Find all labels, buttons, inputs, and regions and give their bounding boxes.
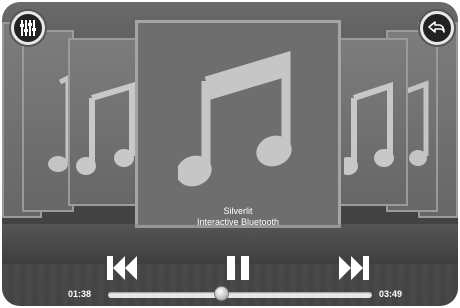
music-note-icon bbox=[76, 81, 135, 175]
album-cover-right-1[interactable] bbox=[338, 38, 408, 206]
progress-knob[interactable] bbox=[214, 286, 230, 301]
track-title: Silverlit bbox=[223, 206, 253, 216]
album-cover-current[interactable] bbox=[135, 20, 341, 228]
elapsed-time: 01:38 bbox=[68, 289, 92, 299]
pause-button[interactable] bbox=[225, 254, 251, 282]
back-icon bbox=[428, 21, 445, 33]
next-button[interactable] bbox=[337, 254, 371, 282]
equalizer-button[interactable] bbox=[11, 11, 45, 45]
music-note-icon bbox=[178, 50, 292, 187]
music-note-icon bbox=[344, 81, 394, 175]
album-cover-left-2[interactable] bbox=[22, 30, 74, 212]
player-screen: Silverlit Interactive Bluetooth 01:38 03… bbox=[2, 2, 458, 306]
next-icon bbox=[339, 256, 369, 280]
total-time: 03:49 bbox=[379, 289, 403, 299]
track-info: Silverlit Interactive Bluetooth bbox=[135, 206, 341, 228]
back-button[interactable] bbox=[420, 11, 454, 45]
equalizer-icon bbox=[20, 20, 36, 36]
previous-button[interactable] bbox=[105, 254, 139, 282]
album-cover-left-1[interactable] bbox=[68, 38, 138, 206]
pause-icon bbox=[227, 256, 249, 280]
progress-track[interactable] bbox=[108, 292, 372, 298]
track-artist: Interactive Bluetooth bbox=[196, 217, 280, 227]
previous-icon bbox=[107, 256, 137, 280]
music-note-icon bbox=[48, 73, 71, 172]
